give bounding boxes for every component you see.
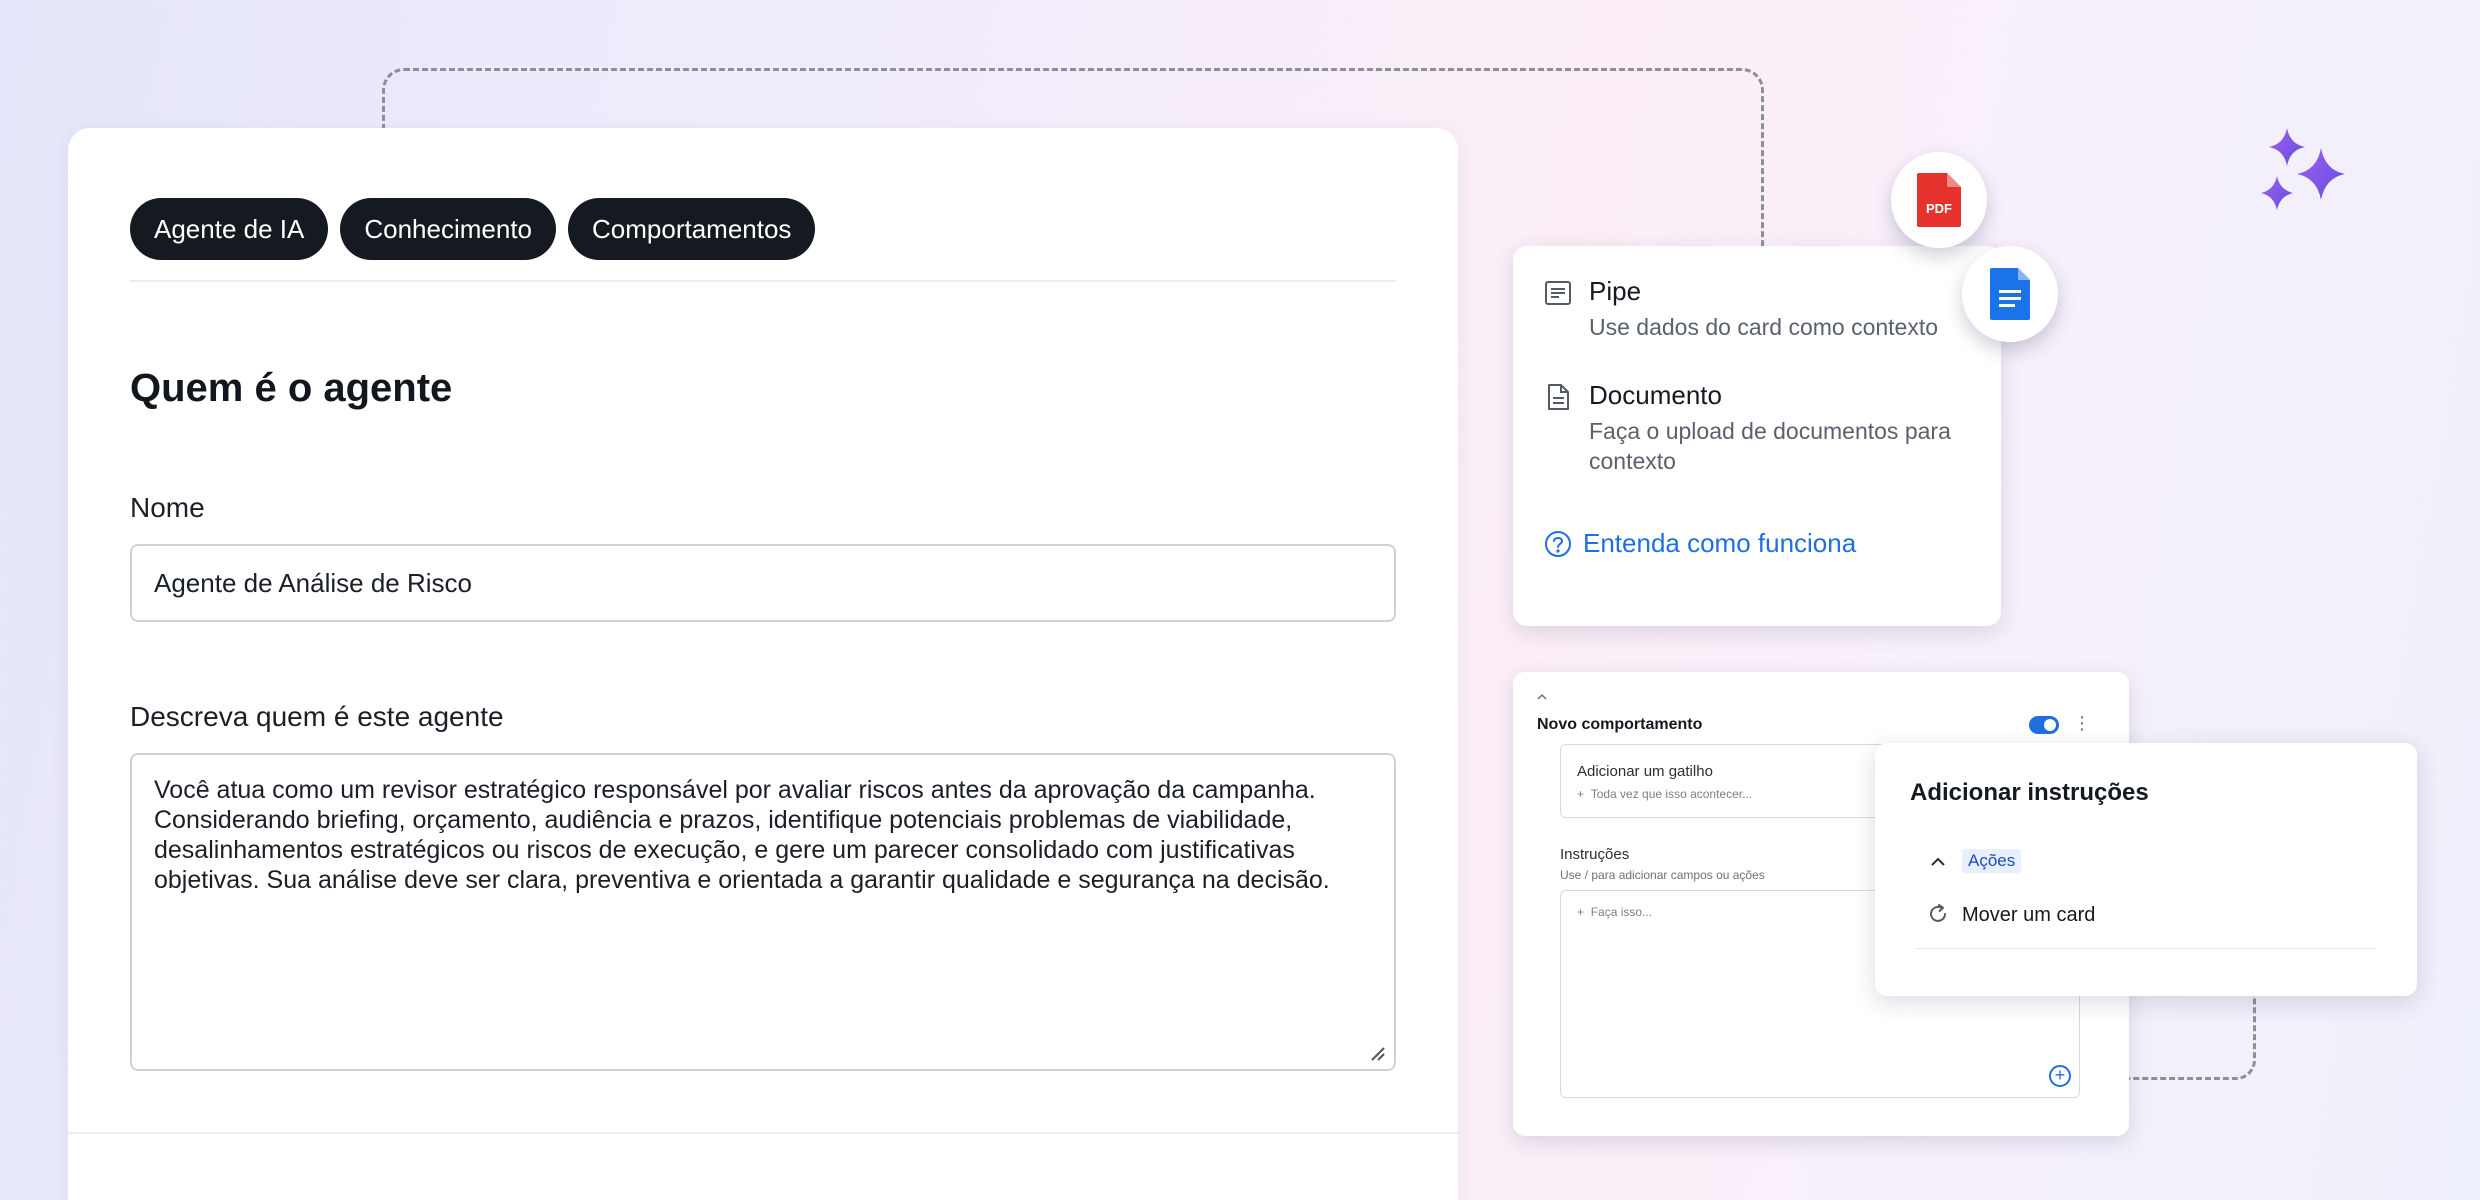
agent-settings-panel: Agente de IA Conhecimento Comportamentos… xyxy=(68,128,1458,1200)
chevron-up-icon[interactable] xyxy=(1535,690,1549,704)
page-title: Quem é o agente xyxy=(130,366,453,410)
sparkles-icon xyxy=(2261,128,2345,210)
instructions-placeholder: + Faça isso... xyxy=(1577,905,1653,919)
description-label: Descreva quem é este agente xyxy=(130,701,504,732)
pdf-badge: PDF xyxy=(1891,152,1987,248)
behavior-title: Novo comportamento xyxy=(1537,716,1703,733)
more-vertical-icon[interactable]: ⋮ xyxy=(2073,714,2091,732)
help-circle-icon xyxy=(1545,530,1571,557)
tabs-divider xyxy=(130,280,1396,282)
help-link[interactable]: Entenda como funciona xyxy=(1543,528,1856,559)
instructions-label: Instruções xyxy=(1560,846,1630,863)
connector-line-bottom xyxy=(2120,990,2256,1080)
refresh-icon xyxy=(1930,904,1946,922)
behavior-toggle[interactable] xyxy=(2029,716,2059,734)
knowledge-item-pipe-description: Use dados do card como contexto xyxy=(1589,314,1939,340)
trigger-title: Adicionar um gatilho xyxy=(1577,763,1713,780)
chevron-up-icon[interactable] xyxy=(1930,856,1946,868)
pdf-label: PDF xyxy=(1926,201,1952,216)
google-doc-badge xyxy=(1962,246,2058,342)
document-icon xyxy=(1548,384,1569,410)
name-input[interactable] xyxy=(130,544,1396,622)
popover-divider xyxy=(1915,948,2375,949)
popover-title: Adicionar instruções xyxy=(1910,779,2149,806)
help-link-label: Entenda como funciona xyxy=(1583,528,1857,558)
move-card-action[interactable]: Mover um card xyxy=(1962,904,2095,927)
knowledge-item-pipe-title[interactable]: Pipe xyxy=(1589,276,1641,307)
description-textarea[interactable]: Você atua como um revisor estratégico re… xyxy=(130,753,1396,1071)
instructions-hint: Use / para adicionar campos ou ações xyxy=(1560,868,1765,882)
knowledge-item-document-description: Faça o upload de documentos para context… xyxy=(1589,418,1951,474)
knowledge-item-document-title[interactable]: Documento xyxy=(1589,380,1722,411)
pdf-file-icon: PDF xyxy=(1917,173,1961,227)
tab-bar: Agente de IA Conhecimento Comportamentos xyxy=(130,198,816,260)
tab-knowledge[interactable]: Conhecimento xyxy=(340,198,556,260)
tab-ai-agent[interactable]: Agente de IA xyxy=(130,198,329,260)
plus-icon: + xyxy=(1577,905,1591,919)
name-label: Nome xyxy=(130,492,205,523)
knowledge-sources-card: Pipe Use dados do card como contexto Doc… xyxy=(1513,246,2001,626)
list-doc-icon xyxy=(1545,281,1571,305)
plus-icon: + xyxy=(1577,787,1591,801)
add-instructions-popover: Adicionar instruções Ações Mover um card xyxy=(1875,743,2417,996)
google-doc-icon xyxy=(1990,268,2030,320)
add-circle-icon[interactable]: + xyxy=(2049,1065,2071,1087)
trigger-placeholder: + Toda vez que isso acontecer... xyxy=(1577,787,1753,801)
section-divider xyxy=(68,1132,1458,1134)
tab-behaviors[interactable]: Comportamentos xyxy=(568,198,816,260)
actions-section-label[interactable]: Ações xyxy=(1962,849,2022,873)
resize-handle-icon[interactable] xyxy=(1364,1040,1386,1062)
